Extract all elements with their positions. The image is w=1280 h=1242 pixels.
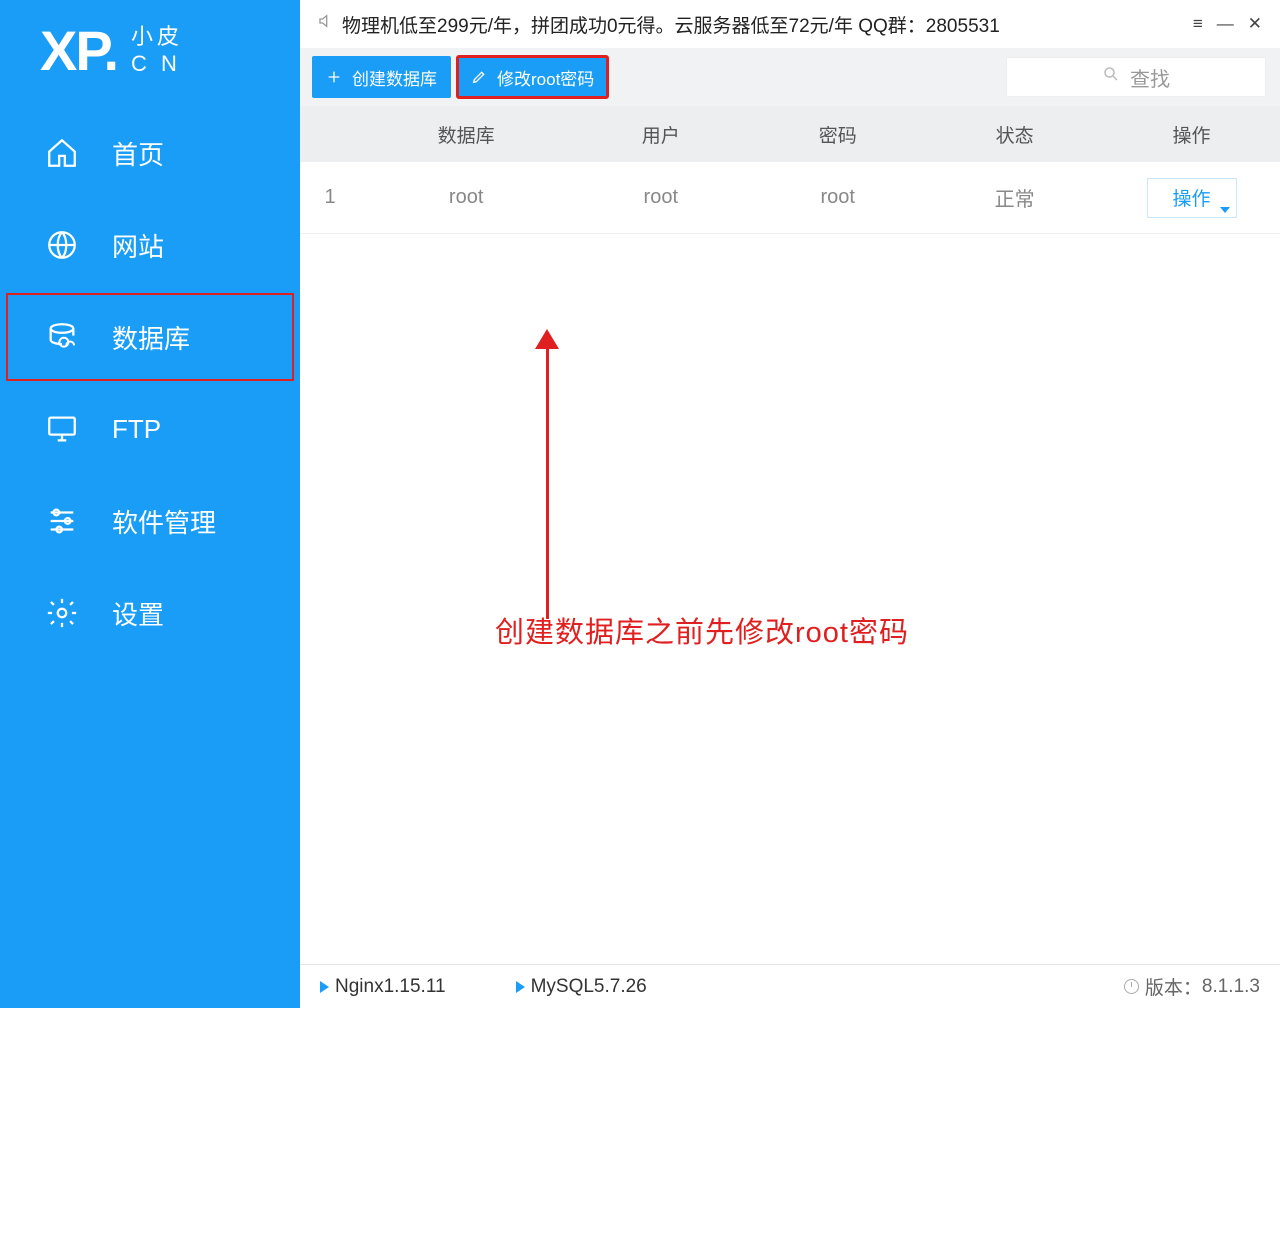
toolbar: 创建数据库 修改root密码 查找 — [300, 48, 1280, 106]
table-header: 数据库 用户 密码 状态 操作 — [300, 106, 1280, 162]
ftp-icon — [44, 411, 80, 447]
play-icon — [516, 981, 525, 993]
sidebar-item-software[interactable]: 软件管理 — [0, 475, 300, 567]
cell-database: root — [360, 186, 572, 209]
sidebar-item-ftp[interactable]: FTP — [0, 383, 300, 475]
cell-operation: 操作 — [1103, 178, 1280, 218]
cell-user: root — [572, 186, 749, 209]
close-icon[interactable]: ✕ — [1248, 14, 1262, 34]
status-mysql[interactable]: MySQL5.7.26 — [516, 976, 647, 998]
modify-root-password-button[interactable]: 修改root密码 — [457, 56, 608, 98]
annotation-layer: 创建数据库之前先修改root密码 — [300, 234, 1280, 1242]
minimize-icon[interactable]: — — [1217, 14, 1234, 34]
sidebar-item-label: 设置 — [112, 595, 164, 632]
version-info: 版本： 8.1.1.3 — [1124, 973, 1260, 1000]
main-panel: 物理机低至299元/年，拼团成功0元得。云服务器低至72元/年 QQ群：2805… — [300, 0, 1280, 1008]
sidebar-item-settings[interactable]: 设置 — [0, 567, 300, 659]
status-nginx[interactable]: Nginx1.15.11 — [320, 976, 446, 998]
col-status: 状态 — [926, 121, 1103, 148]
col-database: 数据库 — [360, 121, 572, 148]
sidebar: XP. 小皮 C N 首页 网站 数据库 — [0, 0, 300, 1008]
status-bar: Nginx1.15.11 MySQL5.7.26 版本： 8.1.1.3 — [300, 964, 1280, 1008]
logo-subtitle: 小皮 C N — [131, 24, 183, 77]
gear-icon — [44, 595, 80, 631]
chevron-down-icon — [1220, 207, 1230, 213]
promo-text[interactable]: 物理机低至299元/年，拼团成功0元得。云服务器低至72元/年 QQ群：2805… — [342, 11, 1000, 38]
plus-icon — [326, 69, 344, 85]
sidebar-item-label: 网站 — [112, 227, 164, 264]
sidebar-item-label: 数据库 — [112, 319, 190, 356]
sidebar-item-home[interactable]: 首页 — [0, 107, 300, 199]
sliders-icon — [44, 503, 80, 539]
operation-button-label: 操作 — [1173, 184, 1211, 211]
search-input[interactable]: 查找 — [1006, 57, 1266, 97]
sidebar-item-label: 软件管理 — [112, 503, 216, 540]
search-placeholder: 查找 — [1130, 63, 1170, 92]
col-password: 密码 — [749, 121, 926, 148]
content-body: 创建数据库之前先修改root密码 — [300, 234, 1280, 964]
logo-text: XP. — [40, 18, 117, 83]
window-controls: ≡ — ✕ — [1193, 14, 1262, 34]
col-user: 用户 — [572, 121, 749, 148]
pencil-icon — [471, 69, 489, 85]
sidebar-item-website[interactable]: 网站 — [0, 199, 300, 291]
logo: XP. 小皮 C N — [0, 0, 300, 107]
annotation-text: 创建数据库之前先修改root密码 — [495, 609, 909, 651]
announcement-icon — [318, 13, 336, 35]
search-icon — [1102, 65, 1122, 89]
cell-index: 1 — [300, 186, 360, 209]
play-icon — [320, 981, 329, 993]
sidebar-item-database[interactable]: 数据库 — [4, 291, 296, 383]
database-icon — [44, 319, 80, 355]
operation-button[interactable]: 操作 — [1147, 178, 1237, 218]
cell-password: root — [749, 186, 926, 209]
menu-icon[interactable]: ≡ — [1193, 14, 1203, 34]
button-label: 创建数据库 — [352, 65, 437, 90]
cell-status: 正常 — [926, 183, 1103, 212]
globe-icon — [44, 227, 80, 263]
home-icon — [44, 135, 80, 171]
col-operation: 操作 — [1103, 121, 1280, 148]
sidebar-item-label: FTP — [112, 414, 161, 445]
create-database-button[interactable]: 创建数据库 — [312, 56, 451, 98]
sidebar-item-label: 首页 — [112, 135, 164, 172]
title-bar: 物理机低至299元/年，拼团成功0元得。云服务器低至72元/年 QQ群：2805… — [300, 0, 1280, 48]
button-label: 修改root密码 — [497, 65, 594, 90]
table-row: 1 root root root 正常 操作 — [300, 162, 1280, 234]
annotation-arrow — [535, 329, 567, 619]
clock-icon — [1124, 979, 1139, 994]
